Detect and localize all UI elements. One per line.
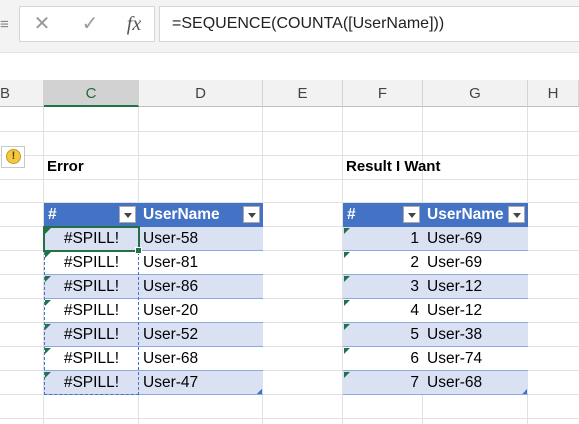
name-box-menu-icon[interactable]: ≡ [0,11,10,39]
row-separator [44,274,263,275]
row-separator [44,394,263,395]
row-separator [343,250,528,251]
column-header-e[interactable]: E [263,80,343,107]
column-header-g[interactable]: G [423,80,528,107]
error-cell[interactable]: #SPILL! [44,251,139,275]
number-cell[interactable]: 1 [343,227,423,251]
number-cell[interactable]: 5 [343,323,423,347]
username-cell[interactable]: User-86 [139,275,263,299]
error-indicator-icon [45,228,51,234]
table-resize-handle[interactable] [522,389,527,394]
username-cell[interactable]: User-47 [139,371,263,395]
username-cell[interactable]: User-58 [139,227,263,251]
filter-dropdown-icon[interactable] [403,206,420,223]
row-separator [44,298,263,299]
formula-indicator-icon [344,372,350,378]
ribbon-gap [0,52,579,80]
formula-indicator-icon [344,324,350,330]
formula-bar: ≡ ✕ ✓ fx =SEQUENCE(COUNTA([UserName])) [0,0,579,52]
result-table-header-username[interactable]: UserName [423,203,528,227]
username-cell[interactable]: User-20 [139,299,263,323]
row-separator [343,322,528,323]
row-separator [343,274,528,275]
row-separator [44,370,263,371]
error-indicator-icon [45,276,51,282]
result-table-header-num[interactable]: # [343,203,423,227]
error-cell[interactable]: #SPILL! [44,323,139,347]
username-cell[interactable]: User-12 [423,275,528,299]
filter-dropdown-icon[interactable] [243,206,260,223]
formula-indicator-icon [344,228,350,234]
username-cell[interactable]: User-52 [139,323,263,347]
number-cell[interactable]: 2 [343,251,423,275]
column-header-b[interactable]: B [0,80,44,107]
header-label: # [347,206,356,223]
gridline [0,131,579,132]
table-resize-handle[interactable] [257,389,262,394]
header-label: # [48,206,57,223]
column-header-d[interactable]: D [139,80,263,107]
column-header-h[interactable]: H [528,80,579,107]
username-cell[interactable]: User-69 [423,251,528,275]
error-cell[interactable]: #SPILL! [44,227,139,251]
filter-dropdown-icon[interactable] [508,206,525,223]
username-cell[interactable]: User-38 [423,323,528,347]
insert-function-icon[interactable]: fx [120,7,148,41]
formula-buttons: ✕ ✓ fx [19,6,155,42]
row-separator [343,346,528,347]
warning-icon: ! [6,149,21,164]
error-cell[interactable]: #SPILL! [44,275,139,299]
enter-check-icon[interactable]: ✓ [78,7,102,41]
formula-indicator-icon [344,252,350,258]
username-cell[interactable]: User-69 [423,227,528,251]
row-separator [44,346,263,347]
error-table-header-username[interactable]: UserName [139,203,263,227]
header-label: UserName [427,206,504,223]
error-cell[interactable]: #SPILL! [44,299,139,323]
filter-dropdown-icon[interactable] [119,206,136,223]
cancel-icon[interactable]: ✕ [30,7,54,41]
gridline [0,155,579,156]
username-cell[interactable]: User-12 [423,299,528,323]
error-indicator-icon [45,372,51,378]
row-separator [343,394,528,395]
row-separator [44,322,263,323]
formula-indicator-icon [344,276,350,282]
gridline [0,418,579,419]
username-cell[interactable]: User-68 [139,347,263,371]
spill-error-warning-button[interactable]: ! [1,146,25,168]
column-header-f[interactable]: F [343,80,423,107]
header-label: UserName [143,206,220,223]
username-cell[interactable]: User-81 [139,251,263,275]
error-indicator-icon [45,348,51,354]
error-label: Error [47,158,84,175]
error-indicator-icon [45,252,51,258]
row-separator [343,370,528,371]
formula-input[interactable]: =SEQUENCE(COUNTA([UserName])) [159,6,579,42]
error-indicator-icon [45,300,51,306]
username-cell[interactable]: User-68 [423,371,528,395]
username-cell[interactable]: User-74 [423,347,528,371]
error-cell[interactable]: #SPILL! [44,347,139,371]
formula-indicator-icon [344,348,350,354]
result-label: Result I Want [346,158,441,175]
number-cell[interactable]: 6 [343,347,423,371]
number-cell[interactable]: 7 [343,371,423,395]
number-cell[interactable]: 4 [343,299,423,323]
error-cell[interactable]: #SPILL! [44,371,139,395]
row-separator [343,298,528,299]
formula-indicator-icon [344,300,350,306]
gridline [0,179,579,180]
column-header-c[interactable]: C [44,80,139,107]
error-table-header-num[interactable]: # [44,203,139,227]
error-indicator-icon [45,324,51,330]
row-separator [44,250,263,251]
number-cell[interactable]: 3 [343,275,423,299]
